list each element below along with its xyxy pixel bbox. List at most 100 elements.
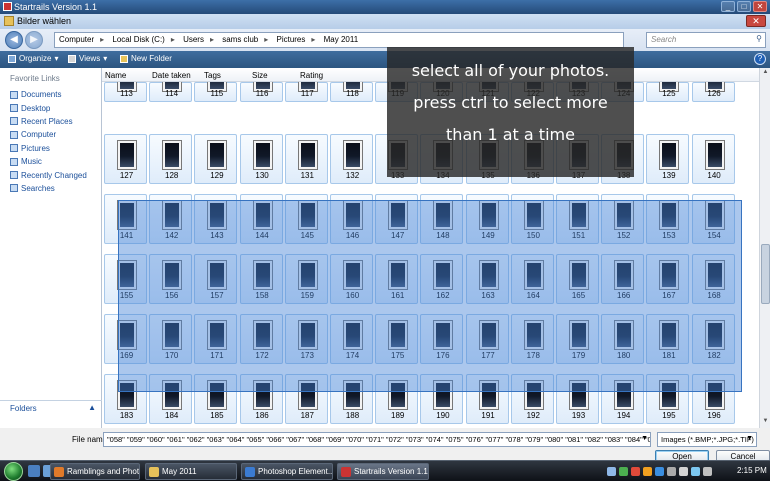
file-thumbnail[interactable]: 139 (646, 134, 690, 184)
favorite-link[interactable]: Searches (10, 182, 87, 195)
favorite-link[interactable]: Music (10, 155, 87, 168)
favorite-link[interactable]: Recently Changed (10, 168, 87, 181)
taskbar-item-active[interactable]: Startrails Version 1.1 (337, 463, 429, 480)
favorite-link[interactable]: Recent Places (10, 115, 87, 128)
search-input[interactable]: Search ⚲ (646, 32, 766, 48)
taskbar-item-label: Startrails Version 1.1 (354, 467, 428, 476)
open-file-dialog: Bilder wählen ✕ ◀ ▶ Computer ▸ Local Disk… (0, 14, 770, 474)
file-thumbnail[interactable]: 129 (194, 134, 238, 184)
taskbar: Ramblings and Phot... May 2011 Photoshop… (0, 460, 770, 481)
file-name: 127 (119, 171, 134, 180)
favorite-link[interactable]: Documents (10, 88, 87, 101)
power-icon[interactable] (679, 467, 688, 476)
file-name: 192 (526, 411, 540, 420)
scroll-up-icon[interactable]: ▲ (761, 69, 770, 78)
file-thumbnail[interactable]: 127 (104, 134, 147, 184)
breadcrumb-item[interactable]: Computer (59, 35, 94, 44)
favorite-link[interactable]: Desktop (10, 101, 87, 114)
views-icon (68, 54, 76, 63)
navigation-pane: Favorite Links Documents Desktop Recent … (0, 68, 102, 428)
file-thumbnail[interactable]: 113 (104, 82, 147, 102)
column-header-size[interactable]: Size (252, 71, 268, 80)
breadcrumb-item[interactable]: sams club (222, 35, 258, 44)
file-type-value: Images (*.BMP;*.JPG;*.TIF) (661, 435, 754, 444)
favorite-link[interactable]: Pictures (10, 142, 87, 155)
file-type-select[interactable]: Images (*.BMP;*.JPG;*.TIF) ▼ (657, 432, 757, 447)
column-header-tags[interactable]: Tags (204, 71, 221, 80)
file-thumbnail[interactable]: 130 (239, 134, 283, 184)
volume-icon[interactable] (667, 467, 676, 476)
vertical-scrollbar[interactable]: ▲ ▼ (759, 68, 770, 428)
taskbar-item[interactable]: Ramblings and Phot... (50, 463, 140, 480)
file-thumbnail[interactable]: 131 (284, 134, 328, 184)
taskbar-item[interactable]: May 2011 (145, 463, 237, 480)
close-icon[interactable]: ✕ (753, 1, 767, 12)
file-name: 140 (707, 171, 721, 180)
breadcrumb[interactable]: Computer ▸ Local Disk (C:) ▸ Users ▸ sams c… (54, 32, 624, 48)
column-header-rating[interactable]: Rating (300, 71, 323, 80)
taskbar-item[interactable]: Photoshop Element... (241, 463, 333, 480)
pictures-icon (10, 144, 18, 153)
file-thumbnail[interactable]: 114 (149, 82, 193, 102)
security-icon[interactable] (619, 467, 628, 476)
chevron-down-icon[interactable]: ▼ (641, 435, 648, 442)
organize-button[interactable]: Organize ▾ (8, 54, 58, 63)
file-thumbnail[interactable]: 128 (149, 134, 193, 184)
chevron-down-icon[interactable]: ▼ (746, 435, 753, 442)
breadcrumb-item[interactable]: Users (183, 35, 204, 44)
show-desktop-icon[interactable] (28, 465, 40, 477)
address-row: ◀ ▶ Computer ▸ Local Disk (C:) ▸ Users ▸ sa… (0, 29, 770, 51)
file-thumbnail[interactable]: 115 (194, 82, 238, 102)
column-header-date[interactable]: Date taken (152, 71, 191, 80)
file-name: 113 (120, 89, 133, 98)
file-name: 185 (210, 411, 224, 420)
dialog-close-button[interactable]: ✕ (746, 15, 766, 27)
file-thumbnail[interactable]: 116 (239, 82, 283, 102)
new-folder-button[interactable]: New Folder (120, 54, 172, 63)
file-name: 118 (346, 89, 359, 98)
forward-button[interactable]: ▶ (25, 31, 43, 49)
bluetooth-icon[interactable] (655, 467, 664, 476)
help-icon[interactable]: ? (754, 53, 766, 65)
antivirus-icon[interactable] (631, 467, 640, 476)
music-icon (10, 157, 18, 166)
folders-toggle[interactable]: Folders ▲ (0, 400, 102, 416)
new-folder-icon (120, 54, 128, 63)
breadcrumb-item[interactable]: May 2011 (324, 35, 359, 44)
breadcrumb-item[interactable]: Pictures (276, 35, 305, 44)
file-thumbnail[interactable]: 140 (691, 134, 735, 184)
recent-places-icon (10, 117, 18, 126)
app-title-bar: Startrails Version 1.1 _ □ ✕ (0, 0, 770, 14)
column-header-name[interactable]: Name (105, 71, 126, 80)
computer-icon (10, 130, 18, 139)
file-thumbnail[interactable]: 126 (691, 82, 735, 102)
update-icon[interactable] (643, 467, 652, 476)
maximize-icon[interactable]: □ (737, 1, 751, 12)
scroll-thumb[interactable] (761, 244, 770, 304)
file-thumbnail[interactable]: 132 (330, 134, 373, 184)
minimize-icon[interactable]: _ (721, 1, 735, 12)
file-thumbnail[interactable]: 117 (284, 82, 328, 102)
favorite-label: Desktop (21, 103, 51, 113)
file-name: 139 (662, 171, 676, 180)
start-button[interactable] (4, 462, 23, 481)
search-icon[interactable]: ⚲ (756, 34, 762, 43)
overlay-line: select all of your photos. (411, 61, 610, 80)
file-thumbnail[interactable]: 125 (646, 82, 690, 102)
app-title: Startrails Version 1.1 (14, 2, 98, 12)
file-name: 183 (119, 411, 134, 420)
network-icon[interactable] (607, 467, 616, 476)
back-button[interactable]: ◀ (5, 31, 23, 49)
file-name: 191 (481, 411, 495, 420)
file-name-input[interactable]: "058" "059" "060" "061" "062" "063" "064… (103, 432, 651, 447)
chevron-up-icon: ▲ (88, 403, 96, 412)
views-button[interactable]: Views ▾ (68, 54, 107, 63)
scroll-down-icon[interactable]: ▼ (761, 418, 770, 427)
wireless-icon[interactable] (691, 467, 700, 476)
new-folder-label: New Folder (131, 54, 172, 63)
breadcrumb-item[interactable]: Local Disk (C:) (112, 35, 164, 44)
usb-icon[interactable] (703, 467, 712, 476)
favorite-link[interactable]: Computer (10, 128, 87, 141)
photo-thumbnail-icon (252, 140, 273, 170)
file-thumbnail[interactable]: 118 (330, 82, 373, 102)
